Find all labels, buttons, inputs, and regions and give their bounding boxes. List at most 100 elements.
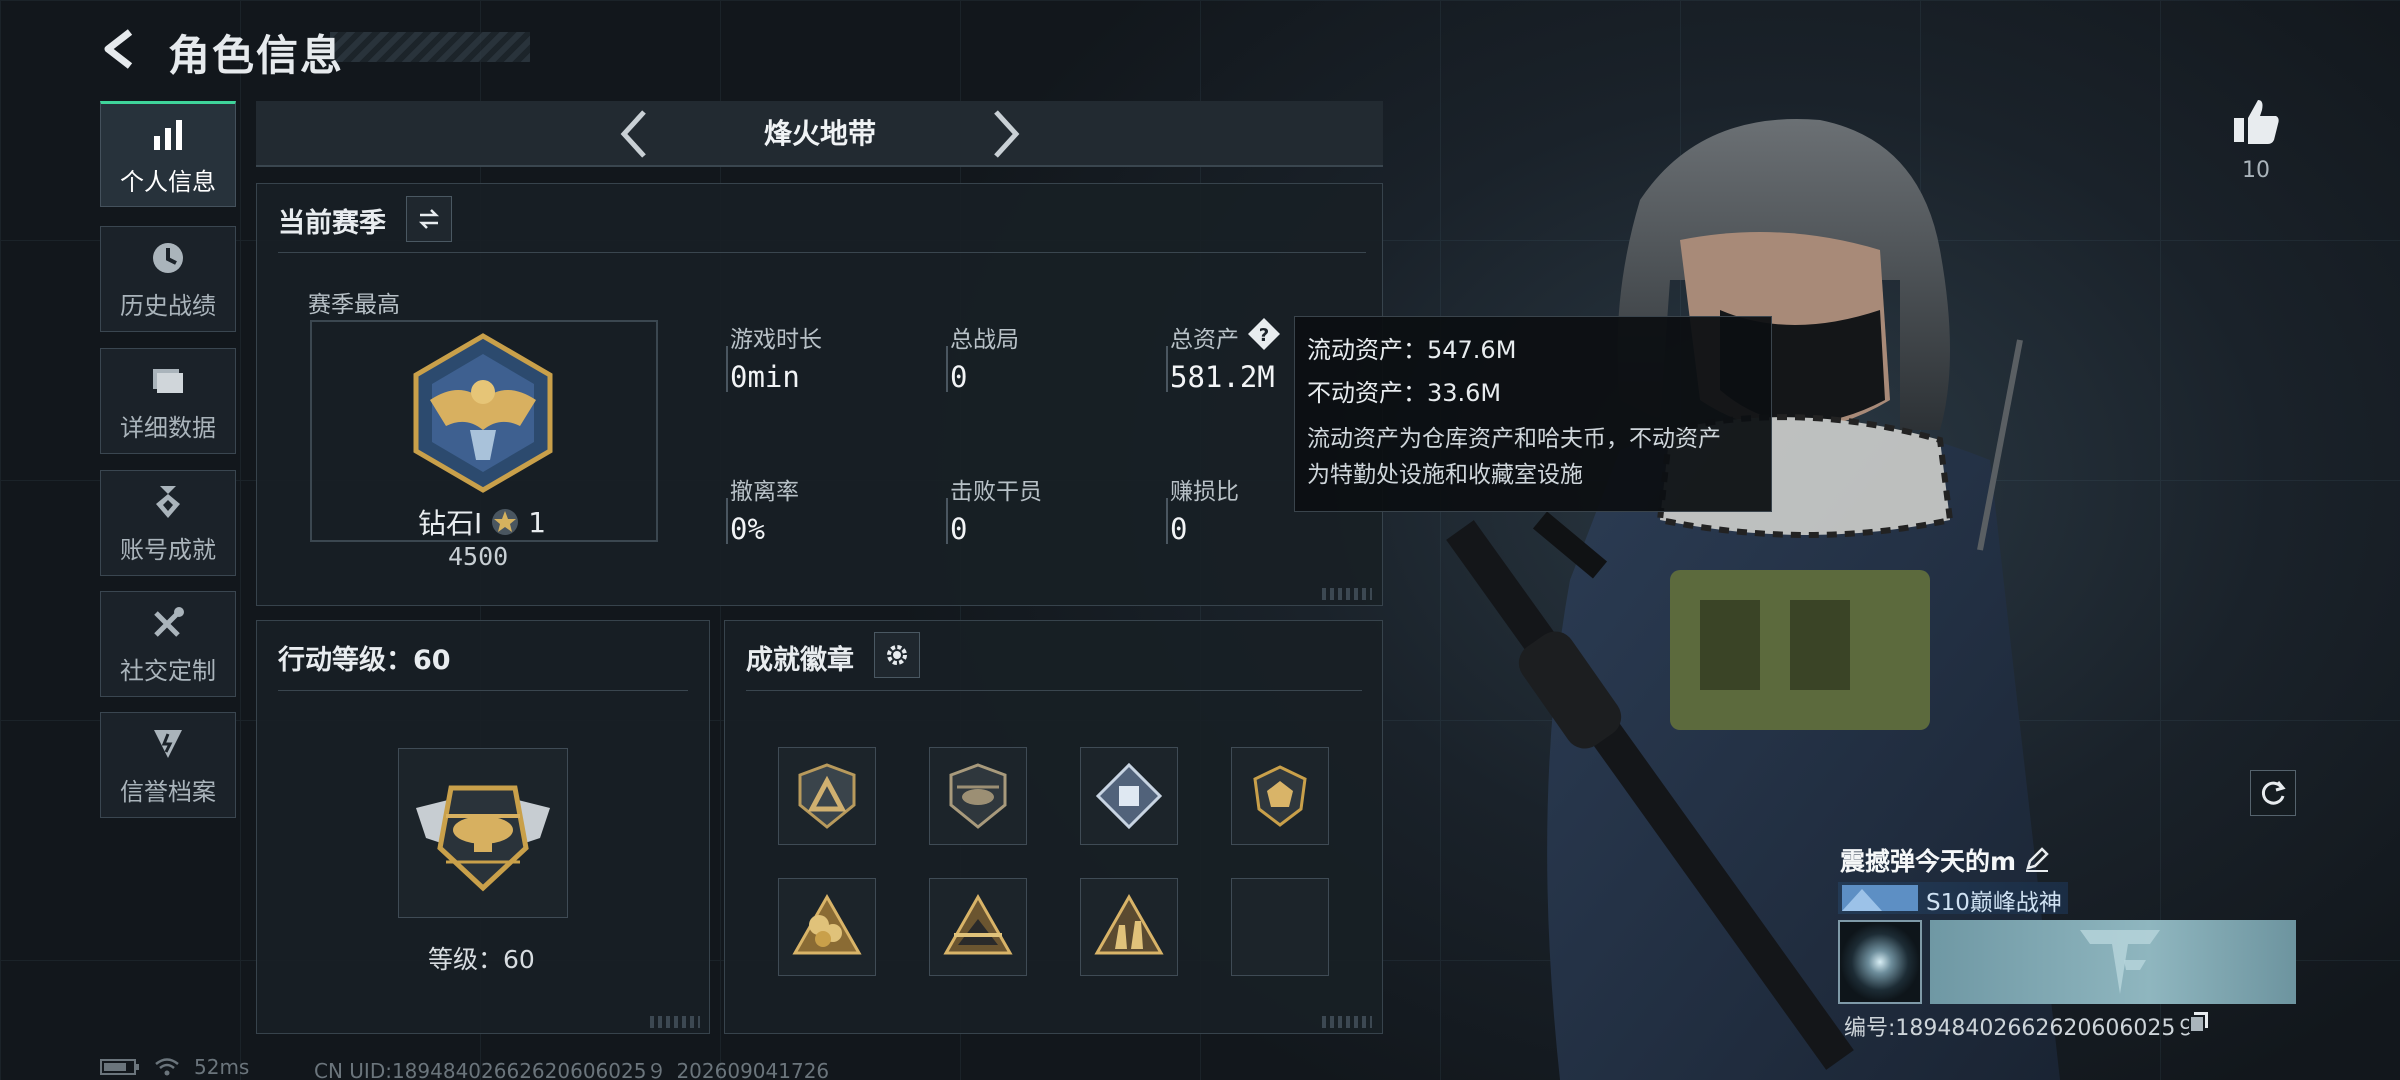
action-level-divider (278, 690, 688, 691)
ping-value: 52ms (194, 1055, 250, 1079)
star-icon (492, 509, 519, 535)
tooltip-description-1: 流动资产为仓库资产和哈夫币，不动资产 (1307, 426, 1721, 452)
stat-label-total-assets: 总资产 (1170, 327, 1239, 353)
panel-corner-decoration (1322, 1016, 1372, 1028)
stat-value-playtime: 0min (730, 360, 800, 394)
status-bar: 52ms (100, 1055, 249, 1079)
next-mode-arrow-icon[interactable] (988, 108, 1024, 160)
stat-label-matches: 总战局 (950, 327, 1019, 353)
mountain-badge-icon (943, 893, 1013, 955)
stat-value-total-assets: 581.2M (1170, 360, 1275, 394)
season-heading: 当前赛季 (278, 208, 386, 239)
achievements-divider (746, 690, 1362, 691)
action-level-heading: 行动等级：60 (278, 645, 451, 676)
achievement-badge[interactable] (778, 878, 876, 976)
triangle-badge-icon (798, 763, 856, 829)
achievements-settings-button[interactable] (874, 632, 920, 678)
stat-bar (726, 346, 728, 392)
season-divider (278, 252, 1366, 253)
sidebar-item-achievements[interactable]: 账号成就 (100, 470, 236, 576)
achievement-badge-empty[interactable] (1231, 878, 1329, 976)
gear-icon (887, 645, 907, 665)
stat-value-profit-ratio: 0 (1170, 512, 1188, 546)
sidebar-item-label: 账号成就 (120, 535, 216, 564)
svg-text:?: ? (1259, 325, 1269, 346)
diamond-rank-emblem-icon (413, 333, 553, 493)
medal-icon (156, 485, 180, 518)
folder-icon (153, 368, 183, 393)
stat-bar (1166, 498, 1168, 544)
help-icon[interactable]: ? (1246, 316, 1282, 352)
sidebar-item-reputation[interactable]: 信誉档案 (100, 712, 236, 818)
panel-corner-decoration (1322, 588, 1372, 600)
sidebar-item-personal-info[interactable]: 个人信息 (100, 101, 236, 207)
thumbs-up-icon[interactable] (2230, 96, 2282, 148)
name-card[interactable] (1930, 920, 2296, 1004)
wifi-icon (155, 1058, 179, 1076)
achievement-badge[interactable] (1080, 747, 1178, 845)
stat-label-kills: 击败干员 (950, 479, 1042, 505)
title-decoration (330, 32, 530, 62)
mode-title: 烽火地带 (763, 117, 876, 150)
uid-text: CN UID:18948402662620606025９_20260904172… (314, 1059, 830, 1080)
diamond-badge-icon (1095, 762, 1163, 830)
stat-label-playtime: 游戏时长 (730, 327, 822, 353)
achievement-badge[interactable] (929, 747, 1027, 845)
tooltip-description-2: 为特勤处设施和收藏室设施 (1307, 462, 1583, 488)
sidebar-item-history[interactable]: 历史战绩 (100, 226, 236, 332)
season-best-label: 赛季最高 (308, 292, 400, 318)
helicopter-badge-icon (949, 763, 1007, 829)
player-name: 震撼弹今天的m (1840, 847, 2017, 876)
rank-points: 4500 (448, 542, 509, 571)
tooltip-fixed-assets: 不动资产：33.6M (1307, 379, 1502, 407)
sidebar-item-label: 历史战绩 (120, 291, 216, 320)
soldiers-badge-icon (1094, 893, 1164, 955)
lion-badge-icon (1253, 765, 1307, 827)
back-arrow-icon[interactable] (98, 26, 144, 72)
achievement-badge[interactable] (1231, 747, 1329, 845)
season-switch-button[interactable] (406, 196, 452, 242)
stat-bar (946, 346, 948, 392)
page-title: 角色信息 (168, 31, 345, 80)
tooltip-liquid-assets: 流动资产：547.6M (1307, 336, 1517, 364)
sidebar-item-label: 详细数据 (120, 413, 216, 442)
sidebar-item-social[interactable]: 社交定制 (100, 591, 236, 697)
stat-value-matches: 0 (950, 360, 968, 394)
player-serial: 编号:18948402662620606025９ (1844, 1016, 2198, 1041)
bar-chart-icon (154, 119, 182, 150)
edit-pencil-icon[interactable] (2022, 844, 2052, 874)
battery-icon (100, 1059, 139, 1075)
sidebar-item-label: 社交定制 (120, 656, 216, 685)
stat-value-kills: 0 (950, 512, 968, 546)
clock-icon (153, 242, 183, 273)
flower-badge-icon (792, 893, 862, 955)
wrench-icon (154, 606, 184, 637)
rank-stars: 1 (528, 505, 547, 539)
achievements-heading: 成就徽章 (746, 645, 854, 676)
assets-tooltip: 流动资产：547.6M 不动资产：33.6M 流动资产为仓库资产和哈夫币，不动资… (1294, 316, 1772, 512)
sidebar-item-details[interactable]: 详细数据 (100, 348, 236, 454)
achievement-badge[interactable] (1080, 878, 1178, 976)
logo-icon (2080, 930, 2160, 994)
stat-bar (726, 498, 728, 544)
stat-label-profit-ratio: 赚损比 (1170, 479, 1239, 505)
refresh-icon (2261, 781, 2286, 805)
shield-icon (154, 729, 182, 758)
rank-name: 钻石Ⅰ (418, 507, 483, 540)
prev-mode-arrow-icon[interactable] (616, 108, 652, 160)
achievement-badge[interactable] (778, 747, 876, 845)
panel-corner-decoration (650, 1016, 700, 1028)
avatar[interactable] (1838, 920, 1922, 1004)
sidebar-item-label: 个人信息 (120, 167, 216, 196)
rank-title: S10巅峰战神 (1926, 890, 2062, 916)
rotate-view-button[interactable] (2250, 770, 2296, 816)
stat-value-extract-rate: 0% (730, 512, 765, 546)
helicopter-level-emblem-icon (416, 785, 550, 892)
sidebar-item-label: 信誉档案 (120, 777, 216, 806)
like-count: 10 (2242, 158, 2270, 183)
copy-icon[interactable] (2188, 1010, 2210, 1034)
achievement-badge[interactable] (929, 878, 1027, 976)
stat-bar (946, 498, 948, 544)
rank-banner-icon (1842, 885, 1918, 911)
stat-label-extract-rate: 撤离率 (730, 479, 799, 505)
